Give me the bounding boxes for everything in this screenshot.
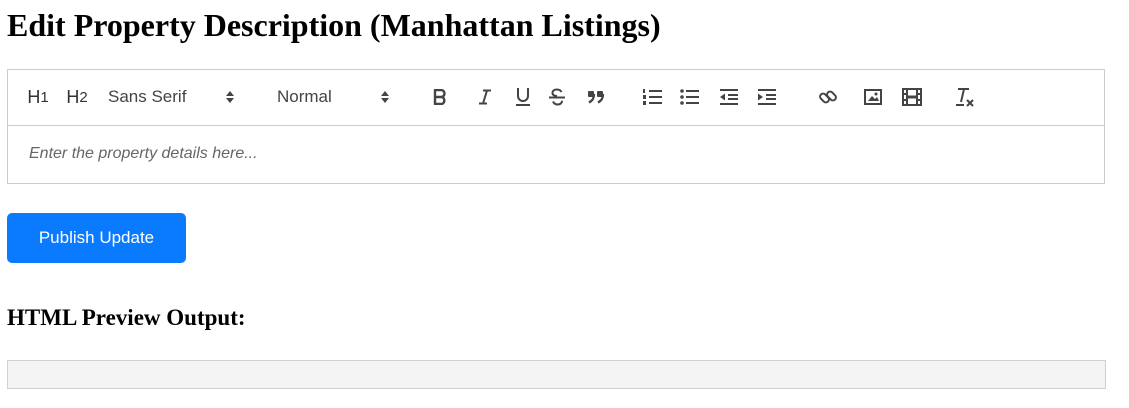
video-icon (902, 88, 922, 106)
bold-icon (433, 89, 446, 105)
outdent-icon (720, 89, 738, 105)
page: Edit Property Description (Manhattan Lis… (0, 0, 1129, 408)
bullet-list-button[interactable] (677, 84, 703, 110)
font-family-value: Sans Serif (108, 87, 187, 106)
blockquote-button[interactable] (584, 84, 608, 110)
video-button[interactable] (899, 84, 925, 110)
header-1-label: H (27, 86, 41, 107)
italic-icon (479, 89, 491, 105)
clear-format-button[interactable] (952, 84, 978, 110)
preview-heading: HTML Preview Output: (7, 305, 246, 330)
link-button[interactable] (815, 84, 841, 110)
font-family-picker[interactable]: Sans Serif (108, 84, 248, 110)
header-2-button[interactable]: H2 (63, 84, 91, 110)
italic-button[interactable] (474, 84, 496, 110)
underline-button[interactable] (512, 84, 534, 110)
picker-arrows-icon (226, 91, 234, 103)
image-icon (864, 89, 882, 105)
strikethrough-icon (549, 88, 565, 106)
font-size-value: Normal (277, 87, 332, 106)
outdent-button[interactable] (716, 84, 742, 110)
page-title: Edit Property Description (Manhattan Lis… (7, 7, 661, 43)
rich-text-editor: H1 H2 Sans Serif Normal Enter the proper… (7, 69, 1105, 184)
strikethrough-button[interactable] (545, 84, 569, 110)
picker-arrows-icon (381, 91, 389, 103)
header-2-sub: 2 (79, 88, 88, 106)
underline-icon (516, 88, 530, 106)
image-button[interactable] (860, 84, 886, 110)
font-size-picker[interactable]: Normal (277, 84, 397, 110)
bullet-list-icon (680, 89, 699, 105)
editor-content-area[interactable]: Enter the property details here... (8, 126, 1104, 184)
indent-icon (758, 89, 776, 105)
header-1-button[interactable]: H1 (25, 84, 51, 110)
publish-update-button[interactable]: Publish Update (7, 213, 186, 263)
ordered-list-button[interactable] (640, 84, 666, 110)
ordered-list-icon (643, 89, 662, 105)
blockquote-icon (588, 91, 605, 104)
bold-button[interactable] (429, 84, 451, 110)
link-icon (819, 90, 837, 104)
indent-button[interactable] (754, 84, 780, 110)
editor-placeholder: Enter the property details here... (29, 145, 258, 162)
header-2-label: H (66, 86, 80, 107)
clear-format-icon (956, 88, 974, 107)
header-1-sub: 1 (40, 88, 49, 106)
editor-toolbar: H1 H2 Sans Serif Normal (8, 70, 1104, 126)
html-preview-output (7, 360, 1106, 389)
